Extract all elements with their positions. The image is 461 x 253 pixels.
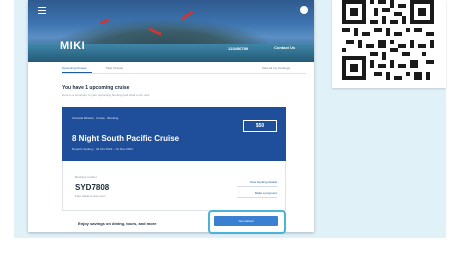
savings-text: Enjoy savings on dining, tours, and more [78,221,157,226]
cruise-badge[interactable]: $50 [243,120,277,132]
booking-note: Fare balance due soon [75,194,106,198]
menu-icon[interactable] [38,7,46,14]
tab-past[interactable]: Past Cruises [106,66,123,70]
user-avatar-icon[interactable] [300,6,308,14]
cruise-title: 8 Night South Pacific Cruise [72,134,180,143]
hero-contact-link-2[interactable]: Us [290,45,295,50]
view-booking-link[interactable]: View booking details [237,180,277,187]
cruise-card[interactable]: Carnival Miracle · Cruise · Booking 8 Ni… [62,107,286,161]
cruise-kicker: Carnival Miracle · Cruise · Booking [72,116,119,120]
section-subtitle: Here is a summary of your upcoming booki… [62,93,150,97]
tab-all-bookings[interactable]: View all my bookings [262,66,290,70]
booking-number-label: Booking number [75,175,97,179]
tab-bar: Upcoming Cruises Past Cruises View all m… [62,65,306,74]
hero-banner: MIKI 123456789 Contact Us [28,0,314,62]
tab-active-indicator [62,72,92,73]
qr-code-icon [342,0,434,80]
make-payment-link[interactable]: Make a payment [237,191,277,198]
booking-summary: Booking number SYD7808 Fare balance due … [62,161,286,211]
tab-upcoming[interactable]: Upcoming Cruises [62,66,87,70]
hero-contact-link[interactable]: Contact [274,45,289,50]
hero-booking-number: 123456789 [228,46,249,51]
booking-number-value: SYD7808 [75,183,110,192]
cruise-dates: Departs Sydney · 24 Oct 2024 – 01 Nov 20… [72,147,133,151]
section-title: You have 1 upcoming cruise [62,85,130,91]
continue-button[interactable]: Get started [214,216,278,226]
hero-guest-name: MIKI [60,40,86,52]
